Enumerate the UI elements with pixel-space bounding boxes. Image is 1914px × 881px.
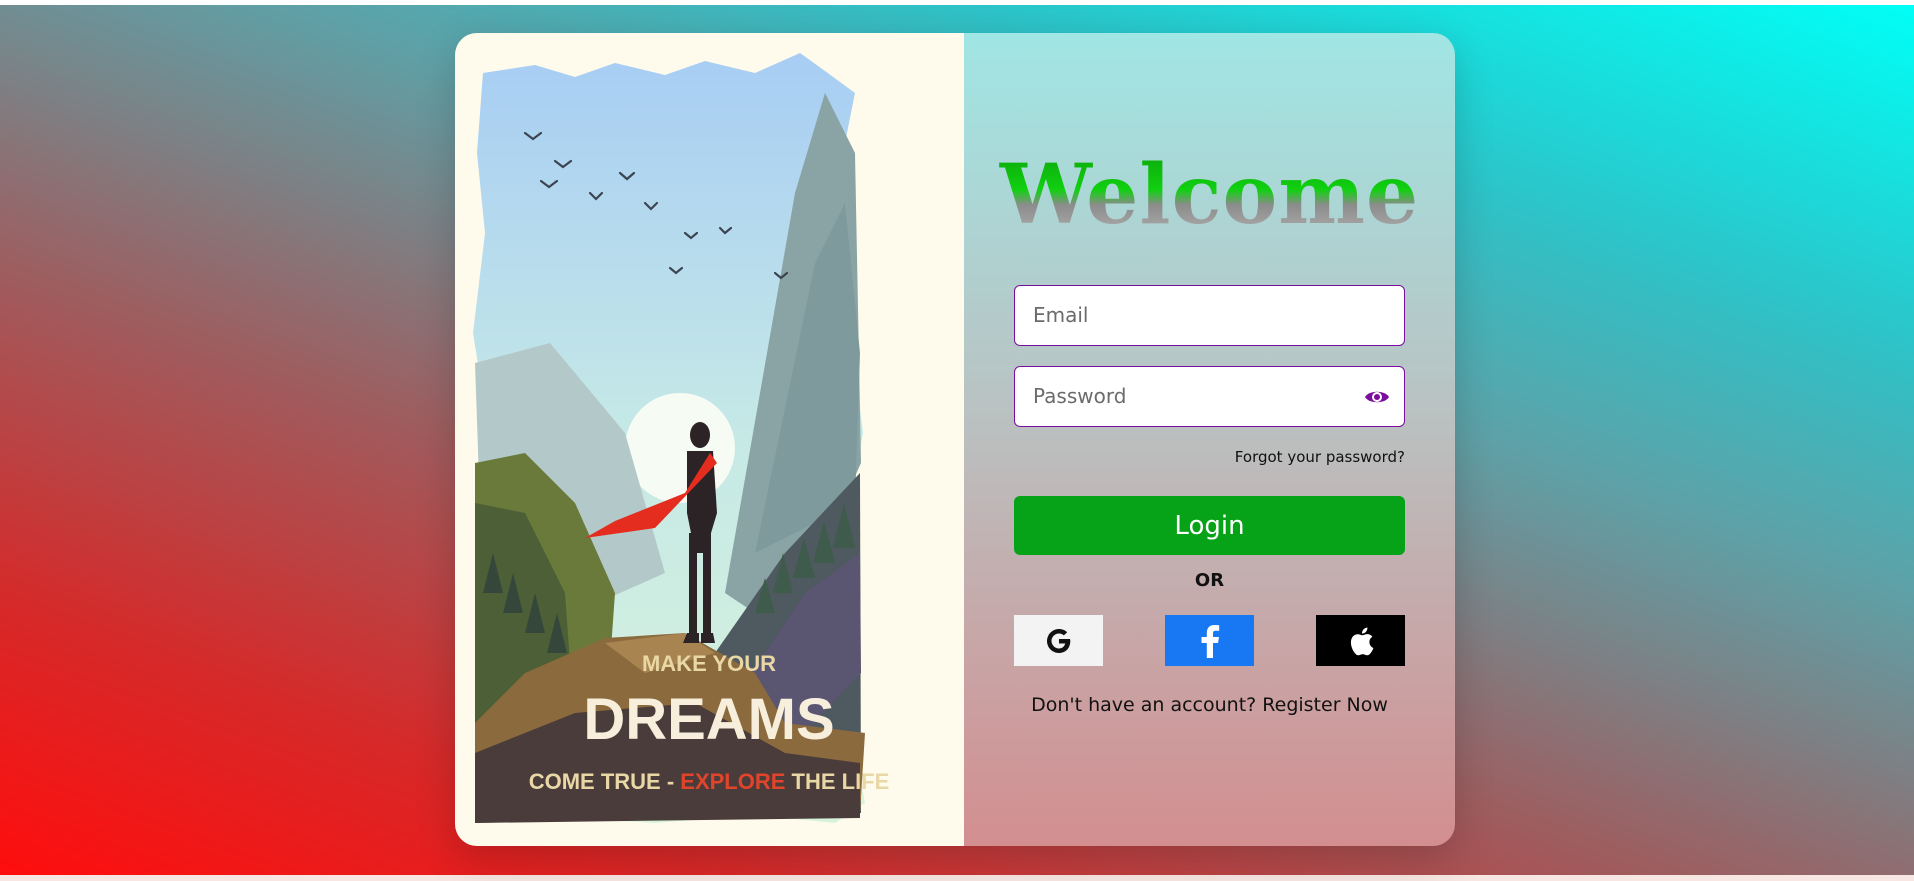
email-field[interactable] (1014, 285, 1405, 346)
poster-line1: MAKE YOUR (642, 651, 776, 676)
welcome-title: Welcome (964, 145, 1455, 245)
apple-icon (1350, 627, 1373, 655)
poster-line3-c: THE LIFE (785, 769, 889, 794)
poster-panel: MAKE YOUR DREAMS COME TRUE - EXPLORE THE… (455, 33, 964, 846)
register-prompt: Don't have an account? Register Now (964, 694, 1455, 716)
login-form-panel: Welcome Forgot your password? Login OR (964, 33, 1455, 846)
or-divider: OR (1194, 570, 1225, 591)
password-input[interactable] (1015, 367, 1363, 425)
email-input[interactable] (1015, 286, 1363, 344)
poster-line2: DREAMS (583, 687, 834, 752)
login-button[interactable]: Login (1014, 496, 1405, 555)
register-prompt-text: Don't have an account? (1031, 694, 1257, 716)
facebook-icon (1201, 624, 1219, 658)
google-icon (1046, 628, 1070, 653)
poster-illustration: MAKE YOUR DREAMS COME TRUE - EXPLORE THE… (473, 53, 890, 823)
poster-line3: COME TRUE - EXPLORE THE LIFE (529, 769, 890, 794)
register-link[interactable]: Register Now (1262, 694, 1388, 716)
poster-line3-a: COME TRUE - (529, 769, 681, 794)
password-field[interactable] (1014, 366, 1405, 427)
google-login-button[interactable] (1014, 615, 1103, 666)
poster-line3-b: EXPLORE (680, 769, 785, 794)
eye-icon[interactable] (1364, 388, 1390, 406)
facebook-login-button[interactable] (1165, 615, 1254, 666)
forgot-password-link[interactable]: Forgot your password? (1235, 448, 1405, 466)
login-card: MAKE YOUR DREAMS COME TRUE - EXPLORE THE… (455, 33, 1455, 846)
apple-login-button[interactable] (1316, 615, 1405, 666)
